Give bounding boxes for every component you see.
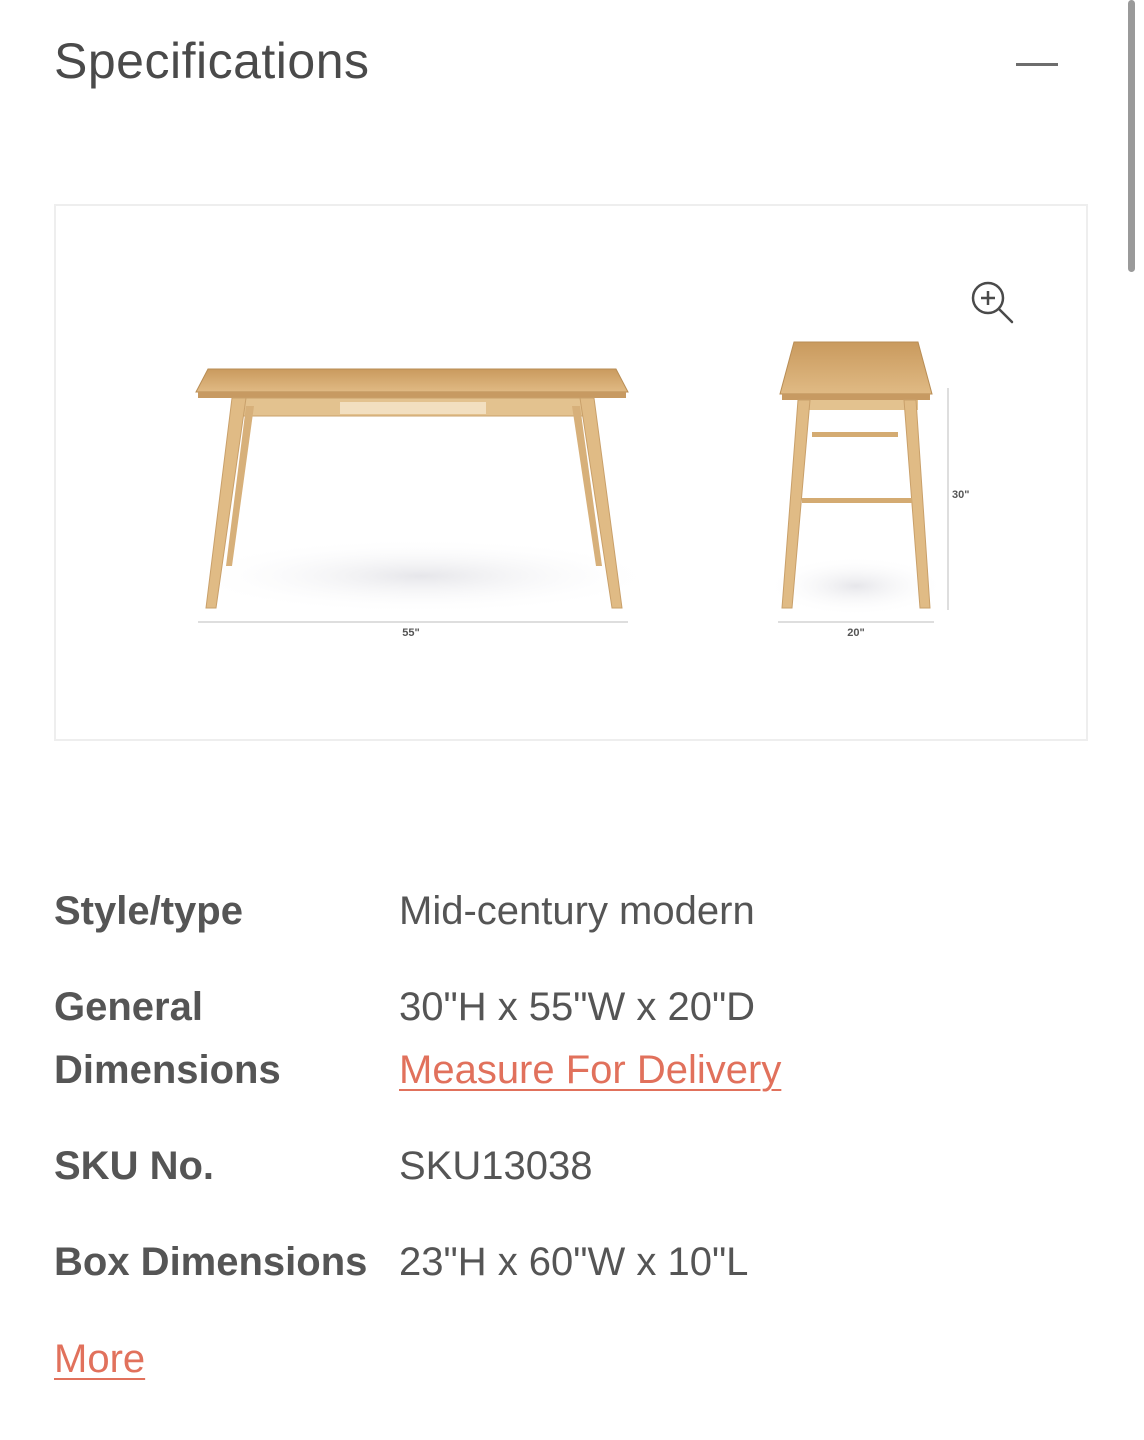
- height-dimension-label: 30": [952, 489, 969, 501]
- specifications-header[interactable]: Specifications: [54, 28, 1094, 98]
- more-link[interactable]: More: [54, 1331, 145, 1387]
- spec-value: Mid-century modern: [399, 889, 755, 933]
- spec-value-container: 30"H x 55"W x 20"D Measure For Delivery: [399, 976, 781, 1102]
- zoom-in-icon: [971, 281, 1014, 324]
- spec-value: 30"H x 55"W x 20"D: [399, 985, 756, 1029]
- spec-row-style: Style/type Mid-century modern: [54, 880, 1094, 943]
- depth-dimension-label: 20": [847, 627, 864, 639]
- spec-row-sku: SKU No. SKU13038: [54, 1135, 1094, 1198]
- spec-label: SKU No.: [54, 1144, 214, 1188]
- spec-value: SKU13038: [399, 1144, 593, 1188]
- specifications-panel: Specifications 55" 30" 20" Style/type Mi…: [0, 0, 1144, 1440]
- spec-label: Style/type: [54, 889, 243, 933]
- width-dimension-label: 55": [402, 627, 419, 639]
- desk-illustration: 55" 30" 20": [181, 341, 969, 639]
- spec-label: General Dimensions: [54, 985, 281, 1092]
- spec-row-dimensions: General Dimensions 30"H x 55"W x 20"D Me…: [54, 976, 1094, 1102]
- scrollbar-thumb[interactable]: [1128, 0, 1135, 272]
- section-title: Specifications: [54, 33, 370, 89]
- collapse-button[interactable]: [1012, 46, 1062, 86]
- spec-row-box-dimensions: Box Dimensions 23"H x 60"W x 10"L: [54, 1231, 1094, 1294]
- minus-icon: [1016, 63, 1058, 66]
- specs-table: Style/type Mid-century modern General Di…: [54, 880, 1094, 1327]
- spec-value: 23"H x 60"W x 10"L: [399, 1240, 749, 1284]
- measure-for-delivery-link[interactable]: Measure For Delivery: [399, 1039, 781, 1102]
- product-dimension-image[interactable]: 55" 30" 20": [54, 204, 1088, 741]
- zoom-button[interactable]: [968, 278, 1018, 328]
- spec-label: Box Dimensions: [54, 1240, 368, 1284]
